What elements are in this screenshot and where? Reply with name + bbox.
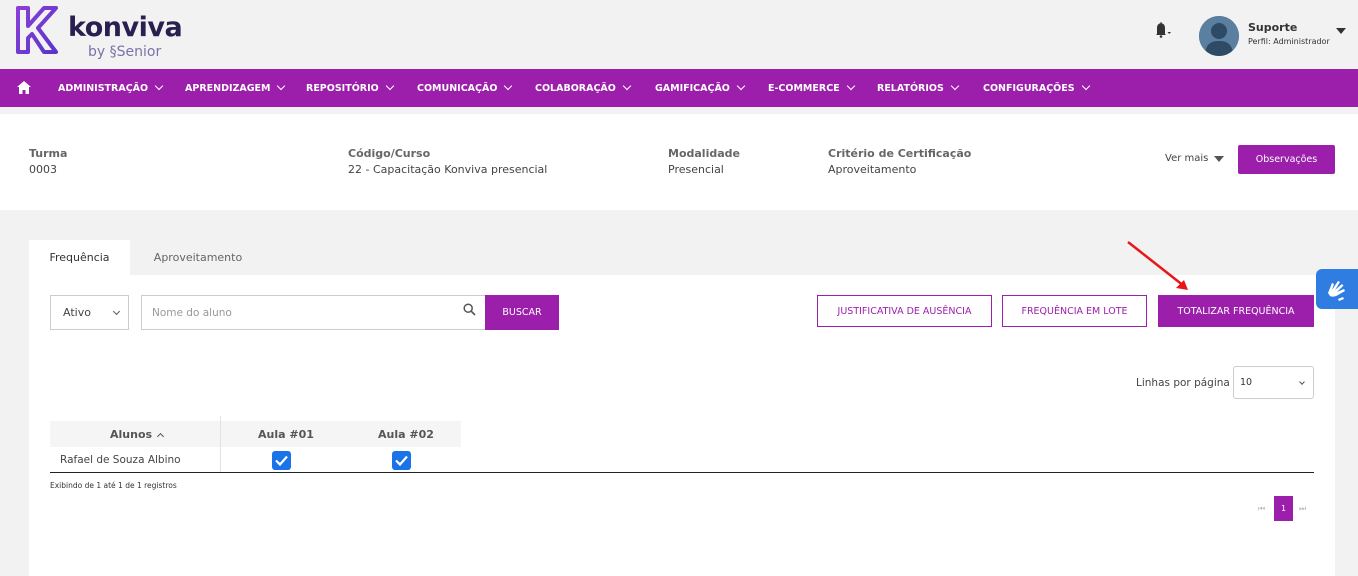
modalidade-label: Modalidade xyxy=(668,147,740,160)
chevron-down-icon xyxy=(846,81,855,91)
user-name[interactable]: Suporte xyxy=(1248,21,1297,34)
nav-item-gamificacao[interactable]: GAMIFICAÇÃO xyxy=(655,69,746,107)
criterio-label: Critério de Certificação xyxy=(828,147,972,160)
search-icon[interactable] xyxy=(463,303,476,316)
tab-aproveitamento[interactable]: Aproveitamento xyxy=(130,240,266,275)
main-nav: ADMINISTRAÇÃO APRENDIZAGEM REPOSITÓRIO C… xyxy=(0,69,1358,107)
red-arrow-annotation xyxy=(1127,241,1188,290)
tab-frequencia[interactable]: Frequência xyxy=(29,240,130,275)
rows-per-page-value: 10 xyxy=(1240,377,1253,388)
criterio-value: Aproveitamento xyxy=(828,163,917,176)
page-1-button[interactable]: 1 xyxy=(1274,496,1293,521)
chevron-down-icon xyxy=(622,81,632,91)
konviva-k-mark-icon xyxy=(16,6,58,54)
konviva-logo[interactable]: konviva by §Senior xyxy=(14,4,194,64)
aula-02-checkbox[interactable] xyxy=(392,451,411,470)
nav-item-comunicacao[interactable]: COMUNICAÇÃO xyxy=(417,69,513,107)
accessibility-button[interactable] xyxy=(1316,269,1358,309)
class-info-panel: Turma 0003 Código/Curso 22 - Capacitação… xyxy=(0,114,1358,210)
user-menu-caret-icon[interactable] xyxy=(1336,28,1346,34)
brand-company: Senior xyxy=(116,44,162,60)
senior-icon: § xyxy=(109,44,117,60)
first-page-icon[interactable]: ⏮ xyxy=(1258,504,1265,514)
caret-down-icon[interactable] xyxy=(1214,156,1224,162)
brand-name: konviva xyxy=(68,12,183,43)
home-icon[interactable] xyxy=(17,81,31,94)
alunos-header-text: Alunos xyxy=(110,428,153,441)
chevron-down-icon xyxy=(950,81,960,91)
rows-per-page-label: Linhas por página xyxy=(1136,377,1230,389)
turma-label: Turma xyxy=(29,147,68,160)
curso-label: Código/Curso xyxy=(348,147,431,160)
ver-mais-link[interactable]: Ver mais xyxy=(1165,153,1208,164)
frequencia-em-lote-button[interactable]: FREQUÊNCIA EM LOTE xyxy=(1002,295,1147,327)
totalizar-frequencia-button[interactable]: TOTALIZAR FREQUÊNCIA xyxy=(1158,295,1314,327)
chevron-down-icon xyxy=(154,81,164,91)
nav-label: CONFIGURAÇÕES xyxy=(983,82,1075,94)
nav-item-configuracoes[interactable]: CONFIGURAÇÕES xyxy=(983,69,1090,107)
status-select[interactable]: Ativo xyxy=(50,295,129,330)
observacoes-button[interactable]: Observações xyxy=(1238,145,1335,174)
nav-item-ecommerce[interactable]: E-COMMERCE xyxy=(768,69,855,107)
column-divider xyxy=(220,416,221,472)
nav-label: GAMIFICAÇÃO xyxy=(655,82,730,94)
brand-by-text: by xyxy=(88,44,106,60)
nav-item-colaboracao[interactable]: COLABORAÇÃO xyxy=(535,69,632,107)
chevron-down-icon xyxy=(277,81,286,91)
aula-01-checkbox[interactable] xyxy=(272,451,291,470)
nav-item-repositorio[interactable]: REPOSITÓRIO xyxy=(306,69,394,107)
last-page-icon[interactable]: ⏭ xyxy=(1299,504,1306,514)
student-name: Rafael de Souza Albino xyxy=(60,454,181,466)
user-silhouette-icon xyxy=(1199,16,1239,56)
chevron-down-icon xyxy=(1081,81,1090,91)
nav-label: REPOSITÓRIO xyxy=(306,82,379,94)
nav-label: ADMINISTRAÇÃO xyxy=(58,82,149,94)
nav-label: APRENDIZAGEM xyxy=(185,82,271,94)
top-header: konviva by §Senior Suporte Perfil: Admin… xyxy=(0,0,1358,69)
chevron-down-icon xyxy=(1299,379,1305,385)
buscar-button[interactable]: BUSCAR xyxy=(485,295,559,330)
sort-up-icon xyxy=(157,432,165,441)
table-info: Exibindo de 1 até 1 de 1 registros xyxy=(50,481,177,490)
table-bottom-border xyxy=(50,472,1314,473)
search-input[interactable]: Nome do aluno xyxy=(141,295,486,330)
nav-label: RELATÓRIOS xyxy=(877,82,944,94)
nav-item-administracao[interactable]: ADMINISTRAÇÃO xyxy=(58,69,164,107)
nav-item-relatorios[interactable]: RELATÓRIOS xyxy=(877,69,960,107)
check-icon xyxy=(275,455,288,467)
brand-by: by §Senior xyxy=(88,44,161,60)
nav-label: COMUNICAÇÃO xyxy=(417,82,498,94)
modalidade-value: Presencial xyxy=(668,163,724,176)
chevron-down-icon xyxy=(504,81,513,91)
chevron-down-icon xyxy=(385,81,394,91)
bell-icon[interactable] xyxy=(1150,20,1172,40)
aula-02-header: Aula #02 xyxy=(378,428,434,441)
rows-per-page-select[interactable]: 10 xyxy=(1233,366,1314,399)
aula-01-header: Aula #01 xyxy=(258,428,314,441)
alunos-header[interactable]: Alunos xyxy=(110,428,165,441)
curso-value: 22 - Capacitação Konviva presencial xyxy=(348,163,548,176)
nav-label: COLABORAÇÃO xyxy=(535,82,616,94)
justificativa-ausencia-button[interactable]: JUSTIFICATIVA DE AUSÊNCIA xyxy=(817,295,992,327)
status-select-value: Ativo xyxy=(63,306,91,319)
check-icon xyxy=(395,455,408,467)
chevron-down-icon xyxy=(112,307,121,316)
nav-label: E-COMMERCE xyxy=(768,82,840,94)
turma-value: 0003 xyxy=(29,163,57,176)
avatar[interactable] xyxy=(1199,16,1239,56)
nav-item-aprendizagem[interactable]: APRENDIZAGEM xyxy=(185,69,286,107)
chevron-down-icon xyxy=(736,81,746,91)
search-placeholder: Nome do aluno xyxy=(152,307,232,319)
user-role: Perfil: Administrador xyxy=(1248,37,1330,46)
sign-language-icon xyxy=(1328,281,1345,301)
